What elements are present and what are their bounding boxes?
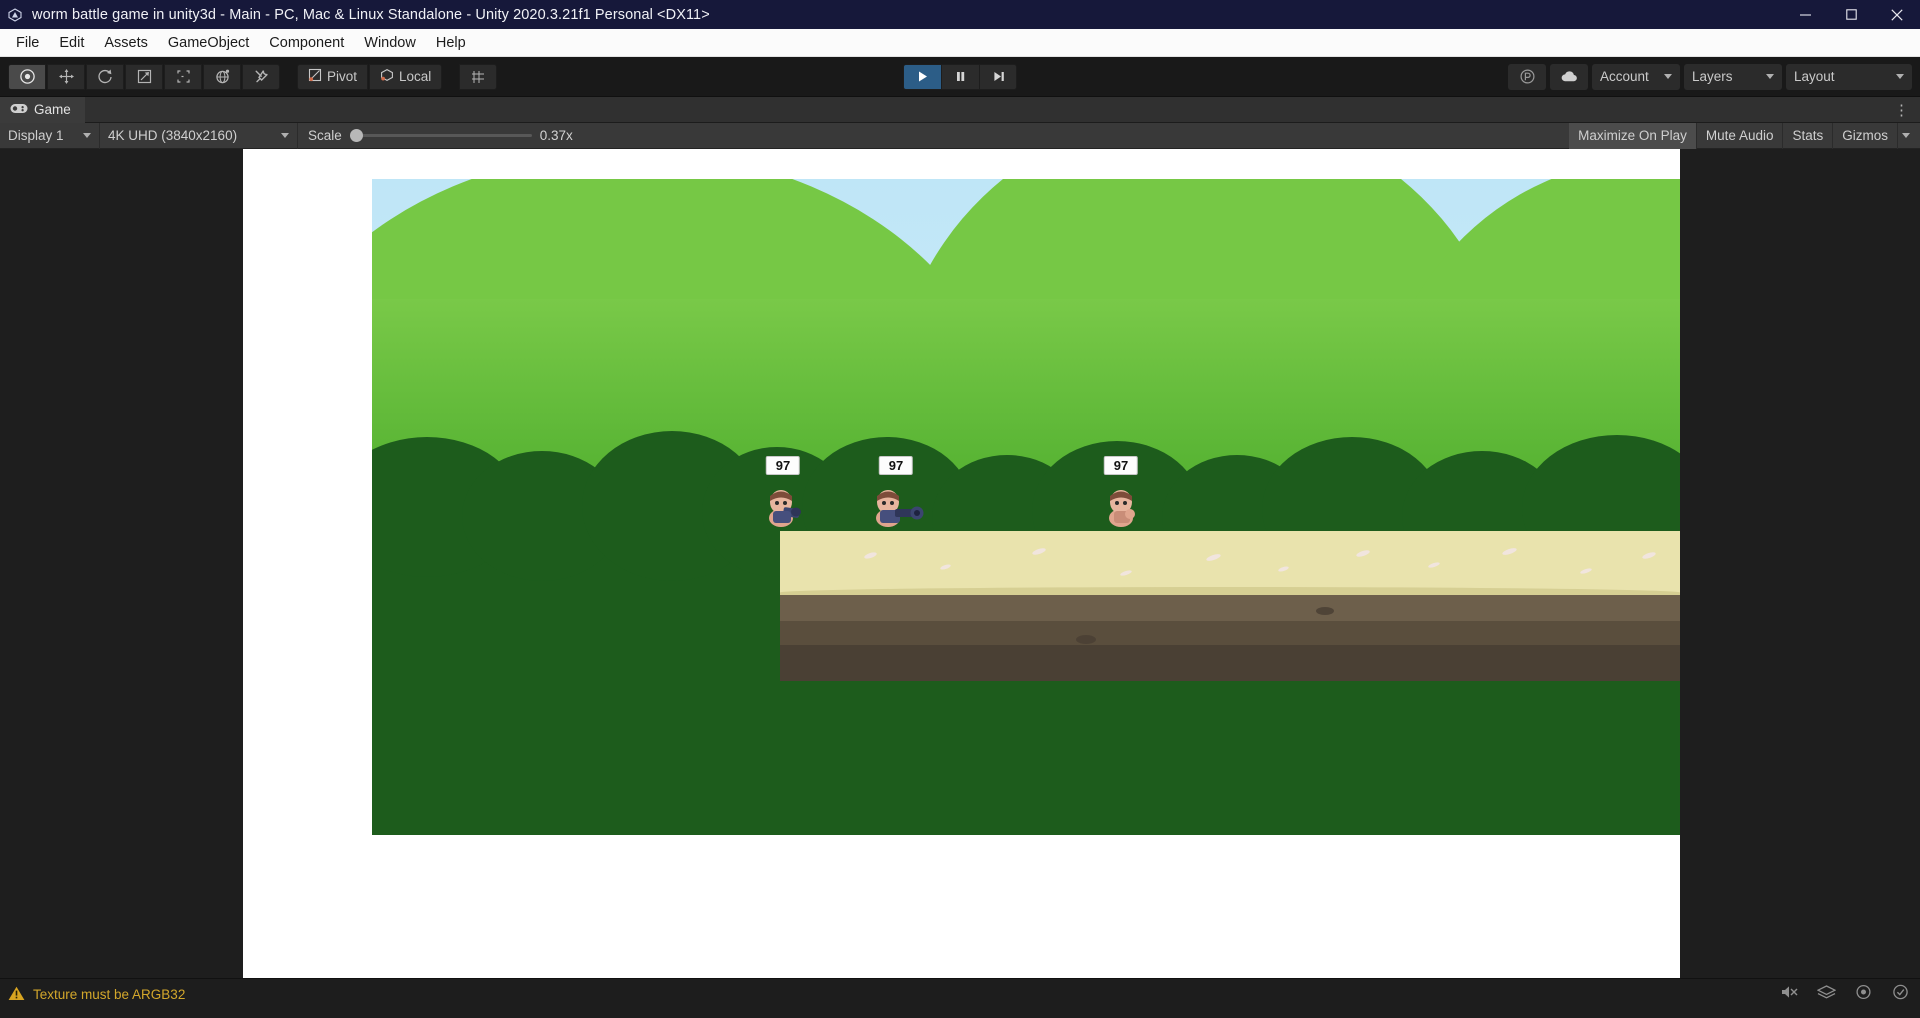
- chevron-down-icon: [1896, 74, 1904, 79]
- status-bar: Texture must be ARGB32: [0, 978, 1920, 1010]
- scale-slider[interactable]: [349, 129, 532, 142]
- status-message-text: Texture must be ARGB32: [33, 987, 186, 1002]
- eye-icon[interactable]: [1854, 984, 1873, 1005]
- menu-bar: File Edit Assets GameObject Component Wi…: [0, 29, 1920, 57]
- layers-dropdown[interactable]: Layers: [1684, 63, 1782, 90]
- pivot-label: Pivot: [327, 69, 358, 84]
- panel-options-menu[interactable]: ⋮: [1894, 101, 1910, 119]
- scale-control: Scale 0.37x: [298, 128, 596, 143]
- title-bar: worm battle game in unity3d - Main - PC,…: [0, 0, 1920, 29]
- window-controls: [1782, 0, 1920, 29]
- tab-game-label: Game: [34, 102, 71, 117]
- game-view[interactable]: 97 97 97: [0, 149, 1920, 978]
- menu-item-gameobject[interactable]: GameObject: [158, 31, 259, 55]
- scale-value: 0.37x: [539, 128, 573, 143]
- play-button[interactable]: [903, 63, 941, 90]
- pause-button[interactable]: [941, 63, 979, 90]
- transform-tools-group: [8, 63, 281, 90]
- account-dropdown[interactable]: Account: [1592, 63, 1680, 90]
- terrain-dirt-layer-3: [780, 645, 1680, 681]
- panel-tab-bar: Game ⋮: [0, 96, 1920, 123]
- account-label: Account: [1600, 69, 1649, 84]
- menu-item-edit[interactable]: Edit: [49, 31, 94, 55]
- minimize-button[interactable]: [1782, 0, 1828, 29]
- transform-tool-button[interactable]: [203, 63, 241, 90]
- worm-sprite[interactable]: [760, 478, 806, 533]
- worm-sprite[interactable]: [1100, 478, 1142, 533]
- playback-controls: [903, 63, 1017, 90]
- layers-label: Layers: [1692, 69, 1733, 84]
- worm-health-label: 97: [878, 456, 914, 475]
- worm-health-label: 97: [1103, 456, 1139, 475]
- display-dropdown[interactable]: Display 1: [0, 122, 100, 149]
- game-view-toolbar: Display 1 4K UHD (3840x2160) Scale 0.37x…: [0, 122, 1920, 149]
- gamepad-icon: [10, 102, 28, 117]
- rotate-tool-button[interactable]: [86, 63, 124, 90]
- chevron-down-icon: [83, 133, 91, 138]
- menu-item-assets[interactable]: Assets: [94, 31, 158, 55]
- scale-tool-button[interactable]: [125, 63, 163, 90]
- window-title: worm battle game in unity3d - Main - PC,…: [32, 6, 710, 23]
- tab-game[interactable]: Game: [0, 96, 85, 123]
- game-render-area[interactable]: 97 97 97: [372, 179, 1680, 835]
- worm-sprite[interactable]: [867, 478, 925, 533]
- mute-icon[interactable]: [1780, 984, 1799, 1005]
- snap-group: [459, 63, 498, 90]
- game-view-options: Maximize On Play Mute Audio Stats Gizmos: [1569, 122, 1916, 149]
- pebble: [1316, 607, 1334, 615]
- menu-item-help[interactable]: Help: [426, 31, 476, 55]
- terrain: [780, 531, 1680, 681]
- menu-item-window[interactable]: Window: [354, 31, 426, 55]
- status-message[interactable]: Texture must be ARGB32: [8, 986, 185, 1004]
- chevron-down-icon: [1902, 133, 1910, 138]
- maximize-button[interactable]: [1828, 0, 1874, 29]
- status-bar-icons: [1780, 984, 1910, 1005]
- custom-tool-button[interactable]: [242, 63, 280, 90]
- chevron-down-icon: [1664, 74, 1672, 79]
- grid-snap-icon-button[interactable]: [459, 63, 498, 90]
- menu-item-component[interactable]: Component: [259, 31, 354, 55]
- toolbar-right-group: Account Layers Layout: [1508, 63, 1912, 90]
- worm-health-label: 97: [765, 456, 801, 475]
- maximize-on-play-button[interactable]: Maximize On Play: [1569, 122, 1697, 149]
- pivot-toggle-button[interactable]: Pivot: [297, 63, 369, 90]
- gizmos-dropdown[interactable]: [1898, 123, 1916, 149]
- mute-audio-button[interactable]: Mute Audio: [1697, 122, 1784, 149]
- warning-triangle-icon: [8, 986, 25, 1004]
- local-label: Local: [399, 69, 432, 84]
- chevron-down-icon: [281, 133, 289, 138]
- chevron-down-icon: [1766, 74, 1774, 79]
- unity-icon: [6, 6, 24, 24]
- pebble: [1076, 635, 1096, 644]
- display-label: Display 1: [8, 128, 64, 143]
- handle-options-group: Pivot Local: [297, 63, 443, 90]
- close-button[interactable]: [1874, 0, 1920, 29]
- local-toggle-button[interactable]: Local: [369, 63, 443, 90]
- layout-dropdown[interactable]: Layout: [1786, 63, 1912, 90]
- terrain-sand-layer: [780, 531, 1680, 593]
- hand-tool-button[interactable]: [8, 63, 46, 90]
- cloud-icon-button[interactable]: [1550, 63, 1588, 90]
- menu-item-file[interactable]: File: [6, 31, 49, 55]
- scale-label: Scale: [308, 128, 342, 143]
- step-button[interactable]: [979, 63, 1017, 90]
- scale-slider-handle[interactable]: [349, 129, 363, 142]
- check-icon[interactable]: [1891, 984, 1910, 1005]
- move-tool-button[interactable]: [47, 63, 85, 90]
- local-icon: [380, 68, 394, 85]
- layout-label: Layout: [1794, 69, 1835, 84]
- rect-tool-button[interactable]: [164, 63, 202, 90]
- collab-icon-button[interactable]: [1508, 63, 1546, 90]
- gizmos-button[interactable]: Gizmos: [1833, 122, 1898, 149]
- stats-button[interactable]: Stats: [1783, 122, 1834, 149]
- resolution-dropdown[interactable]: 4K UHD (3840x2160): [100, 122, 298, 149]
- pivot-icon: [308, 68, 322, 85]
- main-toolbar: Pivot Local Account Layers Layout: [0, 57, 1920, 97]
- resolution-label: 4K UHD (3840x2160): [108, 128, 238, 143]
- layers-icon[interactable]: [1816, 984, 1837, 1005]
